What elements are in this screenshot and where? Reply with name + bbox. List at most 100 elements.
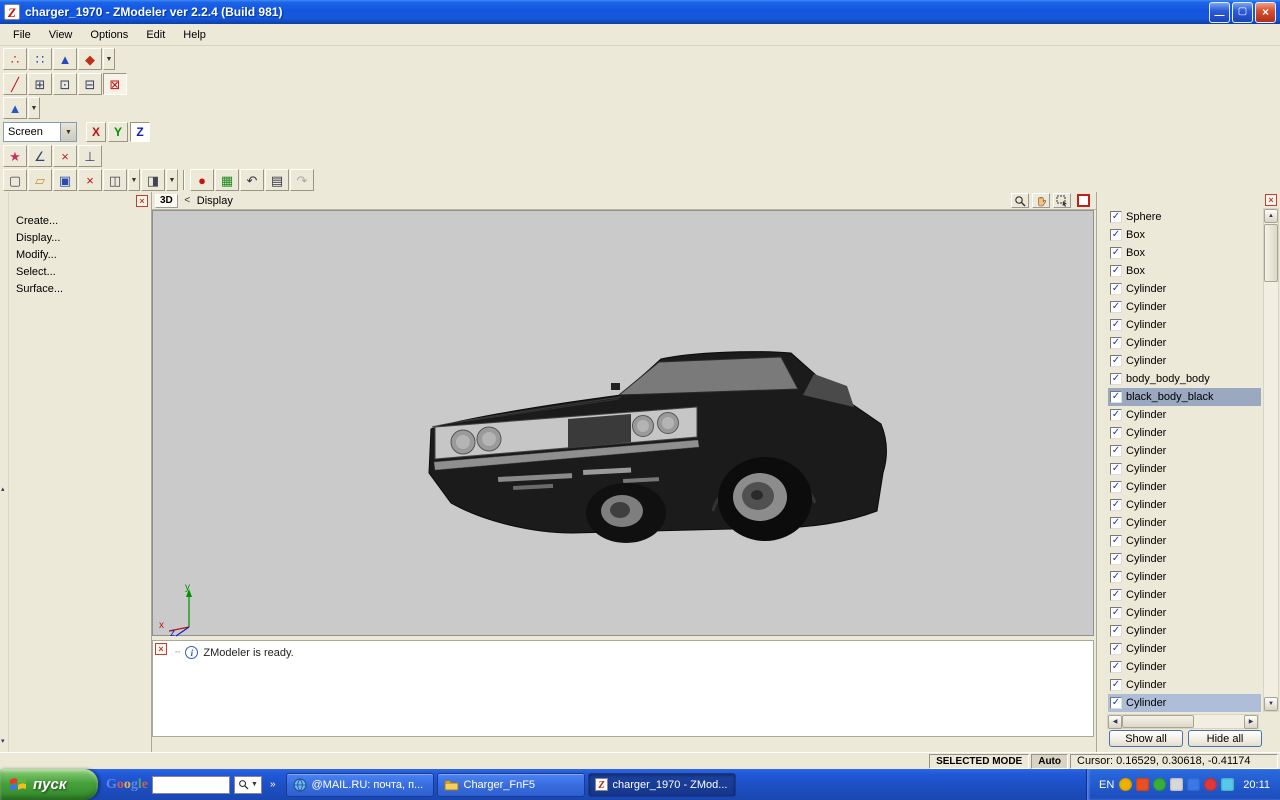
primitive-cone-dropdown[interactable]: ▼	[28, 97, 40, 119]
checkbox-icon[interactable]: ✓	[1110, 463, 1122, 475]
textures-button[interactable]: ▦	[215, 169, 239, 191]
object-list-item[interactable]: ✓Cylinder	[1108, 424, 1261, 442]
normals-button[interactable]: ⊥	[78, 145, 102, 167]
object-list-item[interactable]: ✓Cylinder	[1108, 298, 1261, 316]
delete-button[interactable]: ×	[78, 169, 102, 191]
quick-launch-chevron[interactable]: »	[270, 779, 276, 790]
checkbox-icon[interactable]: ✓	[1110, 607, 1122, 619]
object-list-item[interactable]: ✓Cylinder	[1108, 532, 1261, 550]
primitive-cone-button[interactable]: ▲	[3, 97, 27, 119]
checkbox-icon[interactable]: ✓	[1110, 409, 1122, 421]
scroll-right-icon[interactable]: ▶	[1244, 715, 1258, 729]
scroll-down-icon[interactable]: ▾	[1, 738, 5, 745]
import-button[interactable]: ◨	[141, 169, 165, 191]
checkbox-icon[interactable]: ✓	[1110, 571, 1122, 583]
taskbar-task-globe[interactable]: @MAIL.RU: почта, п...	[286, 773, 434, 797]
command-surface[interactable]: Surface...	[14, 280, 147, 297]
object-list-item[interactable]: ✓Cylinder	[1108, 640, 1261, 658]
scroll-down-icon[interactable]: ▼	[1264, 697, 1278, 711]
tray-icon-4[interactable]	[1170, 778, 1183, 791]
view-solid-button[interactable]: ⊡	[53, 73, 77, 95]
view-split-button[interactable]: ⊟	[78, 73, 102, 95]
object-list-item[interactable]: ✓Sphere	[1108, 208, 1261, 226]
redo-button[interactable]: ↷	[290, 169, 314, 191]
object-list-item[interactable]: ✓Cylinder	[1108, 442, 1261, 460]
checkbox-icon[interactable]: ✓	[1110, 481, 1122, 493]
object-list-item[interactable]: ✓Cylinder	[1108, 316, 1261, 334]
menu-item-file[interactable]: File	[4, 26, 40, 44]
scrollbar-thumb[interactable]	[1264, 224, 1278, 282]
log-button[interactable]: ▤	[265, 169, 289, 191]
command-select[interactable]: Select...	[14, 263, 147, 280]
new-file-button[interactable]: ▢	[3, 169, 27, 191]
menu-item-view[interactable]: View	[40, 26, 82, 44]
left-scrollbar[interactable]: ▴ ▾	[0, 192, 9, 752]
taskbar-clock[interactable]: 20:11	[1243, 779, 1270, 791]
open-file-button[interactable]: ▱	[28, 169, 52, 191]
taskbar-task-folder[interactable]: Charger_FnF5	[437, 773, 585, 797]
paste-button[interactable]: ◫	[103, 169, 127, 191]
chevron-down-icon[interactable]: ▼	[60, 123, 76, 141]
materials-button[interactable]: ★	[3, 145, 27, 167]
axis-space-combobox[interactable]: Screen ▼	[3, 122, 77, 142]
tray-icon-7[interactable]	[1221, 778, 1234, 791]
objects-horizontal-scrollbar[interactable]: ◀ ▶	[1107, 714, 1259, 729]
zoom-tool-button[interactable]	[1011, 193, 1029, 208]
axis-y-button[interactable]: Y	[108, 122, 128, 142]
tray-icon-5[interactable]	[1187, 778, 1200, 791]
viewport-canvas[interactable]: y x z	[152, 210, 1094, 636]
tray-icon-3[interactable]	[1153, 778, 1166, 791]
language-indicator[interactable]: EN	[1099, 779, 1114, 791]
object-list-item[interactable]: ✓Box	[1108, 262, 1261, 280]
checkbox-icon[interactable]: ✓	[1110, 373, 1122, 385]
object-list-item[interactable]: ✓body_body_body	[1108, 370, 1261, 388]
checkbox-icon[interactable]: ✓	[1110, 301, 1122, 313]
tray-icon-1[interactable]	[1119, 778, 1132, 791]
menu-item-options[interactable]: Options	[81, 26, 137, 44]
object-list-item[interactable]: ✓black_body_black	[1108, 388, 1261, 406]
object-list-item[interactable]: ✓Box	[1108, 226, 1261, 244]
object-list-item[interactable]: ✓Cylinder	[1108, 676, 1261, 694]
checkbox-icon[interactable]: ✓	[1110, 589, 1122, 601]
viewport-maximize-button[interactable]	[1077, 194, 1090, 207]
object-list-item[interactable]: ✓Cylinder	[1108, 658, 1261, 676]
checkbox-icon[interactable]: ✓	[1110, 499, 1122, 511]
checkbox-icon[interactable]: ✓	[1110, 265, 1122, 277]
checkbox-icon[interactable]: ✓	[1110, 679, 1122, 691]
select-vertices-button[interactable]: ∴	[3, 48, 27, 70]
object-list-item[interactable]: ✓Cylinder	[1108, 568, 1261, 586]
close-objects-panel-button[interactable]: ×	[1265, 194, 1277, 206]
checkbox-icon[interactable]: ✓	[1110, 337, 1122, 349]
detach-button[interactable]: ×	[53, 145, 77, 167]
select-edges-button[interactable]: ∷	[28, 48, 52, 70]
scroll-up-icon[interactable]: ▲	[1264, 209, 1278, 223]
checkbox-icon[interactable]: ✓	[1110, 427, 1122, 439]
object-list-item[interactable]: ✓Cylinder	[1108, 460, 1261, 478]
checkbox-icon[interactable]: ✓	[1110, 697, 1122, 709]
tray-icon-2[interactable]	[1136, 778, 1149, 791]
select-objects-dropdown[interactable]: ▼	[103, 48, 115, 70]
select-faces-button[interactable]: ▲	[53, 48, 77, 70]
view-grid-button[interactable]: ⊞	[28, 73, 52, 95]
axis-x-button[interactable]: X	[86, 122, 106, 142]
checkbox-icon[interactable]: ✓	[1110, 553, 1122, 565]
command-create[interactable]: Create...	[14, 212, 147, 229]
checkbox-icon[interactable]: ✓	[1110, 661, 1122, 673]
checkbox-icon[interactable]: ✓	[1110, 319, 1122, 331]
google-search-button[interactable]: ▼	[234, 776, 262, 794]
paste-dropdown[interactable]: ▼	[128, 169, 140, 191]
minimize-button[interactable]: —	[1209, 2, 1230, 23]
pan-tool-button[interactable]	[1032, 193, 1050, 208]
checkbox-icon[interactable]: ✓	[1110, 211, 1122, 223]
checkbox-icon[interactable]: ✓	[1110, 517, 1122, 529]
checkbox-icon[interactable]: ✓	[1110, 283, 1122, 295]
object-list-item[interactable]: ✓Cylinder	[1108, 280, 1261, 298]
objects-vertical-scrollbar[interactable]: ▲ ▼	[1263, 208, 1279, 712]
maximize-button[interactable]: ▢	[1232, 2, 1253, 23]
object-list-item[interactable]: ✓Cylinder	[1108, 550, 1261, 568]
object-list-item[interactable]: ✓Box	[1108, 244, 1261, 262]
select-objects-button[interactable]: ◆	[78, 48, 102, 70]
viewport-view-label[interactable]: Display	[197, 195, 233, 207]
object-list-item[interactable]: ✓Cylinder	[1108, 622, 1261, 640]
import-dropdown[interactable]: ▼	[166, 169, 178, 191]
